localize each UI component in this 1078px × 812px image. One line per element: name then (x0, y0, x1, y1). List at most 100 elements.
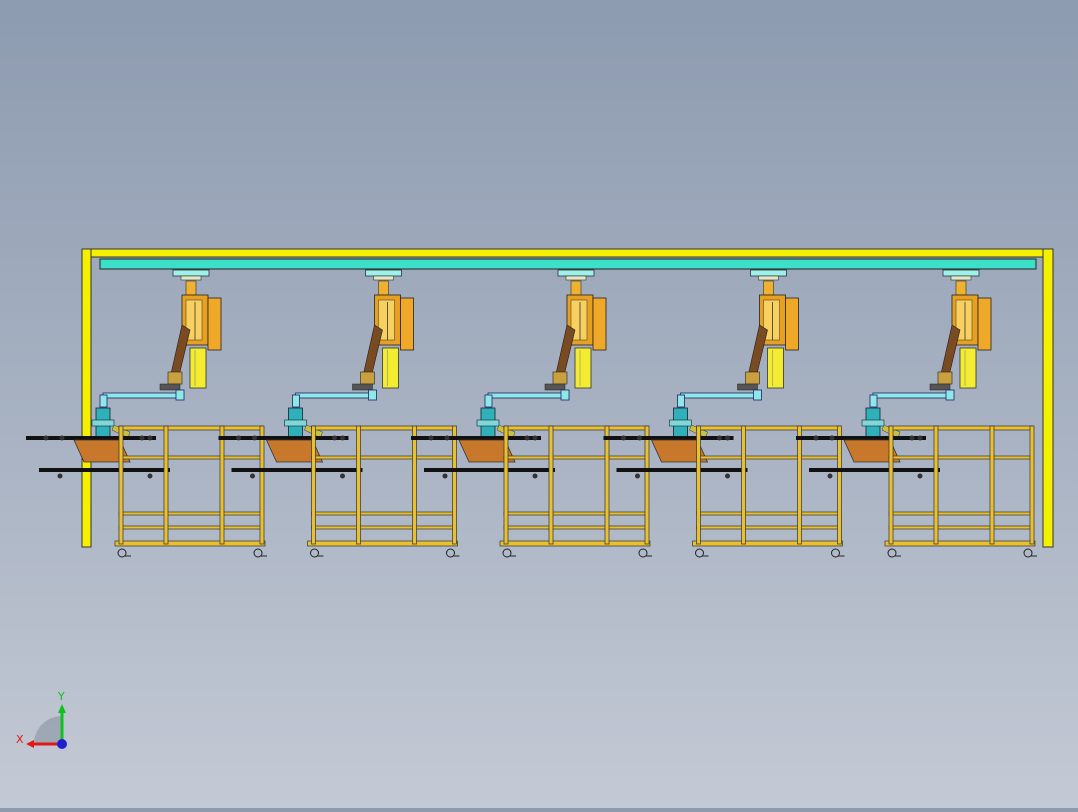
cart-post (548, 425, 554, 545)
caster-wheel (638, 548, 648, 558)
bar-fastener (917, 435, 923, 441)
bar-fastener (59, 435, 65, 441)
cart-lower-rail (696, 511, 841, 516)
workstations (26, 269, 1037, 558)
transfer-arm-joint (368, 389, 377, 401)
caster-wheel (502, 548, 512, 558)
cart-bottom-rail (307, 540, 458, 547)
cart-base-rail (503, 525, 649, 530)
transfer-arm (295, 392, 376, 399)
robot-side-housing (400, 297, 414, 351)
robot-mount-ring (373, 275, 394, 281)
transfer-arm-drop (677, 394, 685, 408)
bar-fastener (717, 435, 722, 441)
robot-side-housing (207, 297, 222, 351)
bar-fastener (621, 435, 626, 441)
frame-top-rail (81, 248, 1054, 258)
cart-post (452, 425, 457, 545)
robot-turret (570, 280, 582, 296)
cart-post (989, 425, 995, 545)
cart-post (644, 425, 650, 545)
bar-fastener (532, 435, 538, 441)
cart-post (163, 425, 169, 545)
bar-fastener (139, 435, 145, 441)
cart-post (741, 425, 746, 545)
cart-post (412, 425, 417, 545)
robot-column (767, 347, 784, 389)
cart-top-rail (118, 425, 264, 431)
bar-fastener (340, 473, 345, 479)
robot-column (959, 347, 977, 389)
lower-conveyor-bar (39, 468, 170, 472)
frame-right-post (1042, 248, 1054, 548)
caster-wheel (253, 548, 263, 558)
robot-turret (185, 280, 197, 296)
robot-side-housing (592, 297, 607, 351)
cad-viewport[interactable]: X Y (0, 0, 1078, 808)
transfer-arm-drop (869, 394, 878, 408)
robot-mount-flange (365, 269, 402, 277)
cart-mid-rail (311, 455, 456, 460)
robot-wrist (745, 371, 760, 385)
transfer-arm-joint (560, 389, 570, 401)
robot-mount-flange (172, 269, 210, 277)
x-axis-label: X (16, 733, 24, 746)
cart-bottom-rail (692, 540, 843, 547)
robot-column (382, 347, 399, 389)
bar-fastener (57, 473, 63, 479)
robot-mount-flange (942, 269, 980, 277)
robot-turret (763, 280, 774, 296)
bar-fastener (909, 435, 915, 441)
cart-post (118, 425, 124, 545)
cart-base-rail (888, 525, 1034, 530)
bar-fastener (428, 435, 434, 441)
caster-wheel (831, 548, 840, 558)
z-axis-dot (57, 739, 67, 749)
robot-wrist (360, 371, 375, 385)
robot-wrist (167, 371, 183, 385)
bar-fastener (236, 435, 241, 441)
robot-column (189, 347, 207, 389)
transfer-arm (102, 392, 184, 399)
robot-turret (378, 280, 389, 296)
transfer-arm-drop (99, 394, 108, 408)
cart-post (219, 425, 225, 545)
cart-lower-rail (503, 511, 649, 516)
bar-fastener (635, 473, 640, 479)
cart-base-rail (118, 525, 264, 530)
caster-wheel (1023, 548, 1033, 558)
cart-post (696, 425, 701, 545)
bar-fastener (532, 473, 538, 479)
caster-wheel (446, 548, 455, 558)
x-axis-arrowhead (26, 740, 34, 748)
assembly-line-drawing[interactable]: X Y (0, 0, 1078, 808)
robot-side-housing (977, 297, 992, 351)
cart-lower-rail (311, 511, 456, 516)
cart-post (933, 425, 939, 545)
transfer-arm-drop (292, 394, 300, 408)
transfer-arm (487, 392, 569, 399)
bar-fastener (147, 473, 153, 479)
bar-fastener (827, 473, 833, 479)
bar-fastener (917, 473, 923, 479)
y-axis-arrowhead (58, 704, 66, 713)
cart-base-rail (696, 525, 841, 530)
gripper-jaw (91, 419, 115, 427)
gripper-jaw (861, 419, 885, 427)
transfer-arm-joint (175, 389, 185, 401)
gripper-jaw (476, 419, 500, 427)
bar-fastener (252, 435, 257, 441)
robot-end-effector (159, 383, 181, 391)
caster-wheel (117, 548, 127, 558)
cart-post (503, 425, 509, 545)
robot-wrist (937, 371, 953, 385)
coordinate-triad[interactable]: X Y (16, 690, 67, 749)
lower-conveyor-bar (809, 468, 940, 472)
caster-wheel (310, 548, 319, 558)
robot-mount-ring (565, 275, 587, 281)
bar-fastener (813, 435, 819, 441)
cart-post (1029, 425, 1035, 545)
robot-mount-ring (180, 275, 202, 281)
transfer-arm-joint (753, 389, 762, 401)
robot-mount-ring (950, 275, 972, 281)
